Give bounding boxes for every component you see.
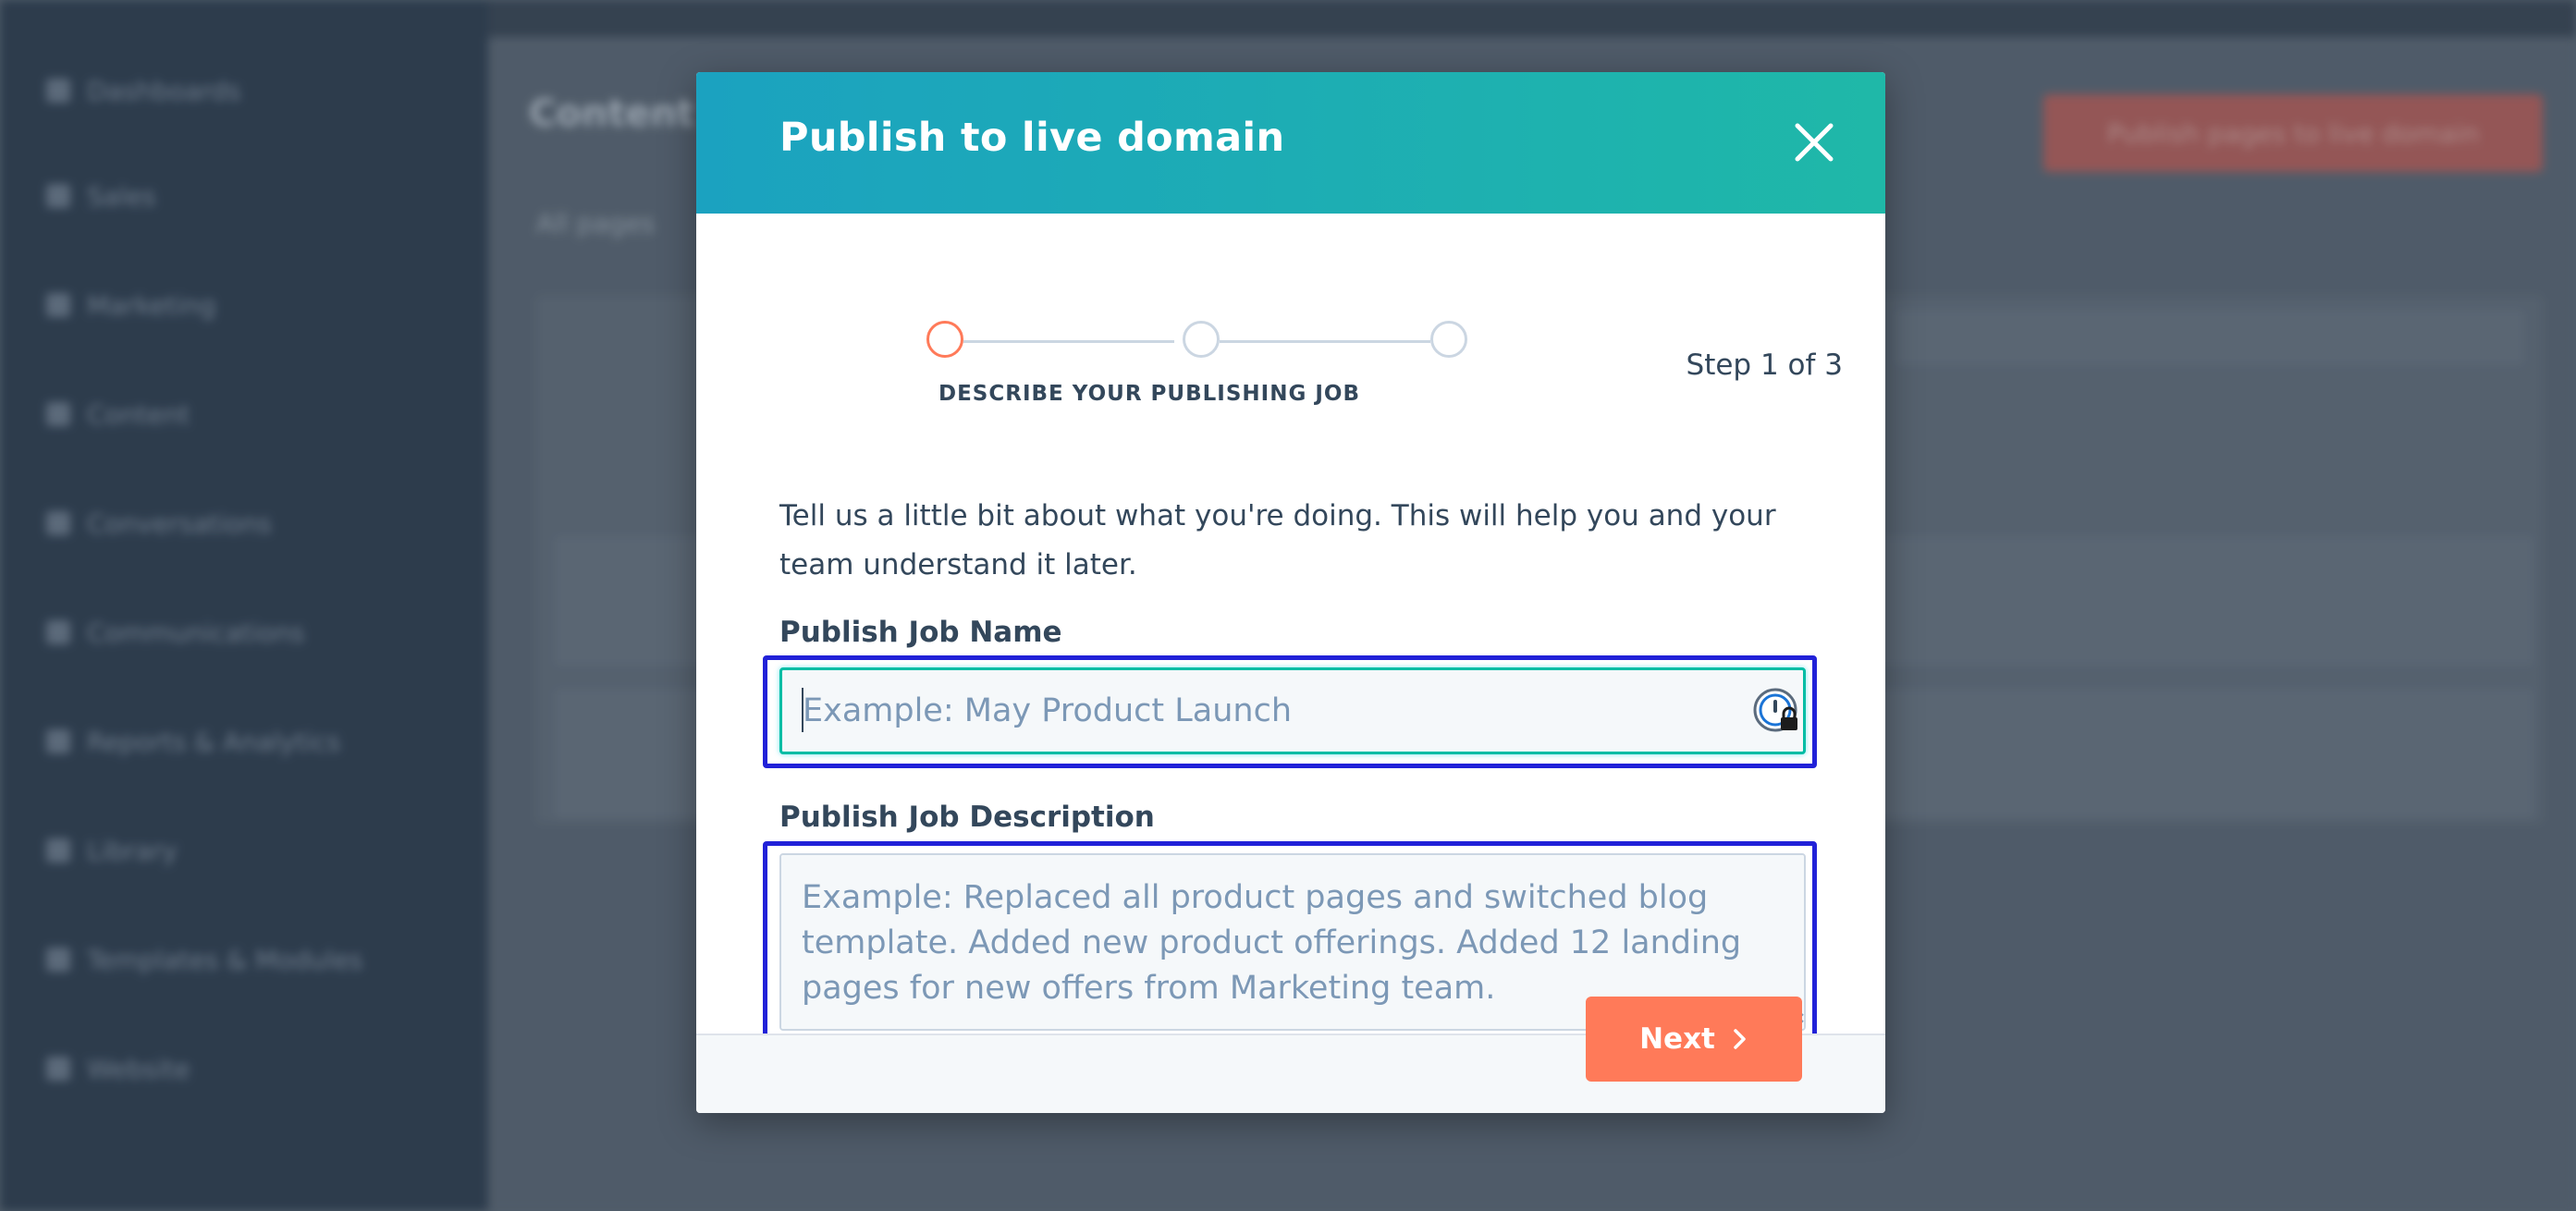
modal-header: Publish to live domain (696, 72, 1885, 214)
current-step-label: DESCRIBE YOUR PUBLISHING JOB (938, 382, 1360, 406)
step-1-indicator (926, 321, 963, 358)
step-connector (963, 340, 1174, 343)
progress-stepper: DESCRIBE YOUR PUBLISHING JOB Step 1 of 3 (696, 214, 1885, 417)
job-description-label: Publish Job Description (779, 801, 1155, 834)
intro-text: Tell us a little bit about what you're d… (779, 499, 1776, 581)
close-button[interactable] (1785, 113, 1844, 172)
chevron-right-icon (1734, 1029, 1746, 1049)
publish-modal: Publish to live domain DESCRIBE YOUR PUB… (696, 72, 1885, 1113)
job-name-input[interactable] (779, 667, 1806, 754)
next-button[interactable]: Next (1586, 997, 1802, 1082)
job-name-label: Publish Job Name (779, 616, 1062, 649)
close-icon (1795, 123, 1834, 162)
step-2-indicator (1183, 321, 1220, 358)
password-manager-icon[interactable] (1751, 686, 1803, 738)
modal-title: Publish to live domain (779, 115, 1285, 161)
text-caret (802, 688, 803, 732)
step-count: Step 1 of 3 (1686, 349, 1843, 382)
next-button-label: Next (1639, 1022, 1715, 1056)
step-3-indicator (1430, 321, 1467, 358)
step-connector (1220, 340, 1430, 343)
